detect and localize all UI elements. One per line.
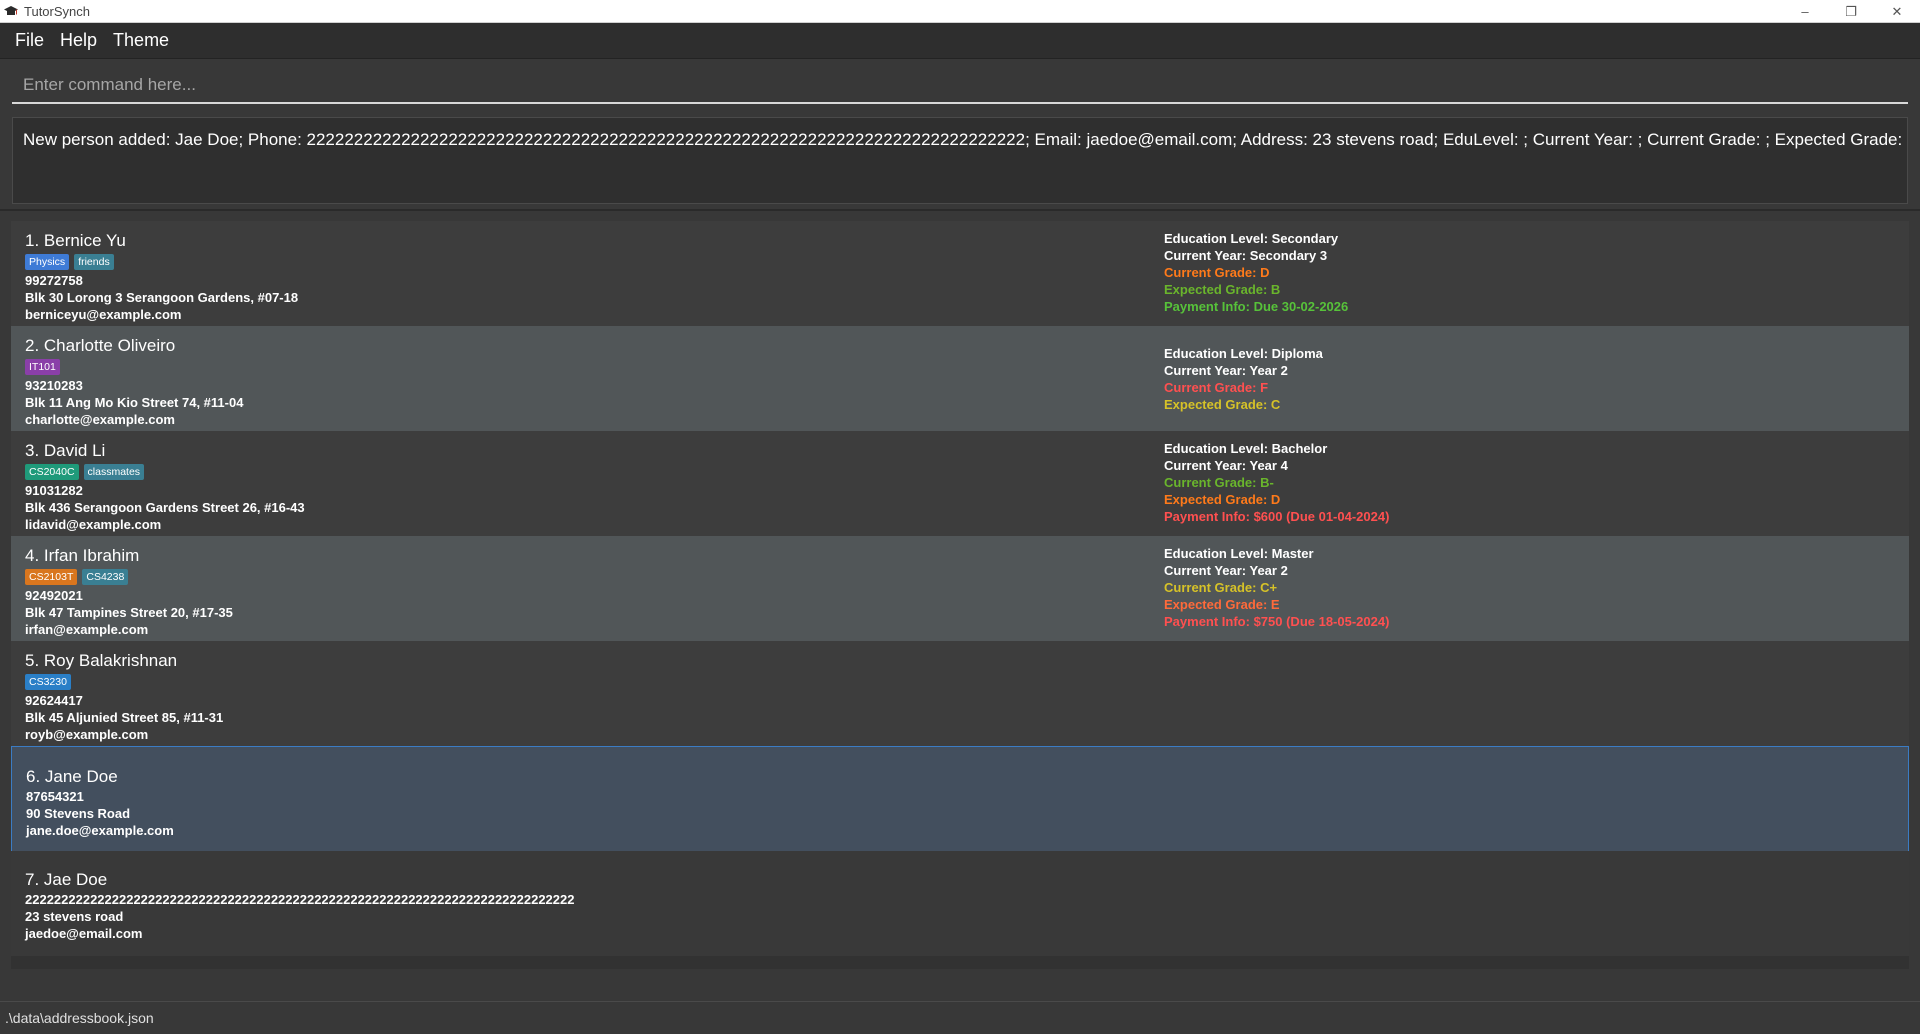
tag-badge: CS2103T	[25, 569, 78, 585]
window-controls: – ❐ ✕	[1782, 0, 1920, 23]
person-name: 2. Charlotte Oliveiro	[25, 336, 176, 355]
person-address: 23 stevens road	[25, 909, 124, 924]
result-display[interactable]: New person added: Jae Doe; Phone: 222222…	[12, 117, 1908, 204]
education-info-line: Expected Grade: E	[1164, 597, 1280, 612]
window-title: TutorSynch	[24, 3, 90, 19]
tag-badge: CS3230	[25, 674, 71, 690]
education-info-line: Education Level: Bachelor	[1164, 441, 1328, 456]
maximize-button[interactable]: ❐	[1828, 0, 1874, 23]
tag-list: CS2103T CS4238	[25, 569, 233, 586]
person-card[interactable]: 3. David Li CS2040C classmates 91031282 Blk …	[11, 431, 1909, 536]
person-list[interactable]: 1. Bernice Yu Physics friends 99272758 Blk 3…	[11, 221, 1909, 969]
status-bar: .\data\addressbook.json	[0, 1001, 1920, 1034]
person-email: jaedoe@email.com	[25, 926, 143, 941]
education-info: Education Level: Diploma Current Year: Ye…	[1164, 345, 1323, 413]
person-card[interactable]: 6. Jane Doe 87654321 90 Stevens Road jane.d…	[11, 746, 1909, 853]
graduation-cap-icon	[4, 6, 18, 15]
command-box	[0, 60, 1920, 110]
education-info-line: Payment Info: Due 30-02-2026	[1164, 299, 1349, 314]
person-phone: 91031282	[25, 483, 83, 498]
minimize-button[interactable]: –	[1782, 0, 1828, 23]
result-display-panel: New person added: Jae Doe; Phone: 222222…	[0, 110, 1920, 211]
tag-list: IT101	[25, 359, 243, 376]
person-email: charlotte@example.com	[25, 412, 175, 427]
education-info-line: Current Year: Secondary 3	[1164, 248, 1328, 263]
education-info: Education Level: Master Current Year: Yea…	[1164, 545, 1389, 630]
person-address: Blk 30 Lorong 3 Serangoon Gardens, #07-1…	[25, 290, 299, 305]
tag-list: CS2040C classmates	[25, 464, 305, 481]
tag-badge: CS4238	[82, 569, 129, 585]
education-info-line: Current Grade: F	[1164, 380, 1269, 395]
education-info-line: Expected Grade: D	[1164, 492, 1281, 507]
person-card[interactable]: 7. Jae Doe 222222222222222222222222222222…	[11, 851, 1909, 956]
person-address: Blk 11 Ang Mo Kio Street 74, #11-04	[25, 395, 244, 410]
person-card[interactable]: 2. Charlotte Oliveiro IT101 93210283 Blk 11…	[11, 326, 1909, 431]
person-details: 6. Jane Doe 87654321 90 Stevens Road jane.d…	[26, 766, 174, 839]
education-info-line: Expected Grade: B	[1164, 282, 1281, 297]
person-details: 5. Roy Balakrishnan CS3230 92624417 Blk 45 …	[25, 650, 223, 743]
education-info: Education Level: Secondary Current Year: …	[1164, 230, 1348, 315]
title-bar: TutorSynch – ❐ ✕	[0, 0, 1920, 23]
menu-bar: File Help Theme	[0, 23, 1920, 59]
person-list-panel: 1. Bernice Yu Physics friends 99272758 Blk 3…	[0, 212, 1920, 1000]
education-info-line: Education Level: Secondary	[1164, 231, 1339, 246]
education-info-line: Current Year: Year 4	[1164, 458, 1288, 473]
person-email: jane.doe@example.com	[26, 823, 174, 838]
data-file-path: .\data\addressbook.json	[5, 1010, 154, 1026]
education-info-line: Payment Info: $600 (Due 01-04-2024)	[1164, 509, 1390, 524]
person-phone: 99272758	[25, 273, 83, 288]
education-info-line: Education Level: Master	[1164, 546, 1314, 561]
tag-badge: friends	[74, 254, 114, 270]
tag-list: Physics friends	[25, 254, 298, 271]
close-button[interactable]: ✕	[1874, 0, 1920, 23]
person-email: royb@example.com	[25, 727, 149, 742]
person-address: Blk 45 Aljunied Street 85, #11-31	[25, 710, 224, 725]
tag-badge: Physics	[25, 254, 70, 270]
person-name: 6. Jane Doe	[26, 767, 118, 786]
person-details: 4. Irfan Ibrahim CS2103T CS4238 92492021 Blk…	[25, 545, 233, 638]
education-info-line: Current Grade: B-	[1164, 475, 1274, 490]
menu-theme[interactable]: Theme	[105, 30, 177, 51]
menu-help[interactable]: Help	[52, 30, 105, 51]
command-input[interactable]	[12, 68, 1908, 104]
education-info-line: Current Year: Year 2	[1164, 563, 1288, 578]
tag-list: CS3230	[25, 674, 223, 691]
person-name: 7. Jae Doe	[25, 870, 108, 889]
education-info-line: Current Year: Year 2	[1164, 363, 1288, 378]
person-email: irfan@example.com	[25, 622, 149, 637]
person-phone: 2222222222222222222222222222222222222222…	[25, 892, 575, 907]
tag-badge: CS2040C	[25, 464, 79, 480]
education-info-line: Current Grade: C+	[1164, 580, 1278, 595]
person-phone: 87654321	[26, 789, 84, 804]
person-phone: 92624417	[25, 693, 83, 708]
person-details: 7. Jae Doe 222222222222222222222222222222…	[25, 869, 574, 942]
person-details: 2. Charlotte Oliveiro IT101 93210283 Blk 11…	[25, 335, 243, 428]
person-phone: 93210283	[25, 378, 83, 393]
menu-file[interactable]: File	[7, 30, 52, 51]
person-card[interactable]: 5. Roy Balakrishnan CS3230 92624417 Blk 45 …	[11, 641, 1909, 746]
education-info: Education Level: Bachelor Current Year: Y…	[1164, 440, 1389, 525]
person-card[interactable]: 4. Irfan Ibrahim CS2103T CS4238 92492021 Blk…	[11, 536, 1909, 641]
person-details: 1. Bernice Yu Physics friends 99272758 Blk 3…	[25, 230, 298, 323]
person-address: 90 Stevens Road	[26, 806, 131, 821]
education-info-line: Payment Info: $750 (Due 18-05-2024)	[1164, 614, 1390, 629]
education-info-line: Current Grade: D	[1164, 265, 1270, 280]
person-name: 4. Irfan Ibrahim	[25, 546, 140, 565]
person-card[interactable]: 1. Bernice Yu Physics friends 99272758 Blk 3…	[11, 221, 1909, 326]
education-info-line: Education Level: Diploma	[1164, 346, 1323, 361]
education-info-line: Expected Grade: C	[1164, 397, 1281, 412]
tag-badge: IT101	[25, 359, 60, 375]
person-details: 3. David Li CS2040C classmates 91031282 Blk …	[25, 440, 305, 533]
person-email: berniceyu@example.com	[25, 307, 182, 322]
person-name: 5. Roy Balakrishnan	[25, 651, 178, 670]
person-name: 1. Bernice Yu	[25, 231, 126, 250]
person-address: Blk 436 Serangoon Gardens Street 26, #16…	[25, 500, 305, 515]
person-name: 3. David Li	[25, 441, 106, 460]
tag-badge: classmates	[83, 464, 145, 480]
person-phone: 92492021	[25, 588, 83, 603]
person-address: Blk 47 Tampines Street 20, #17-35	[25, 605, 233, 620]
person-email: lidavid@example.com	[25, 517, 162, 532]
